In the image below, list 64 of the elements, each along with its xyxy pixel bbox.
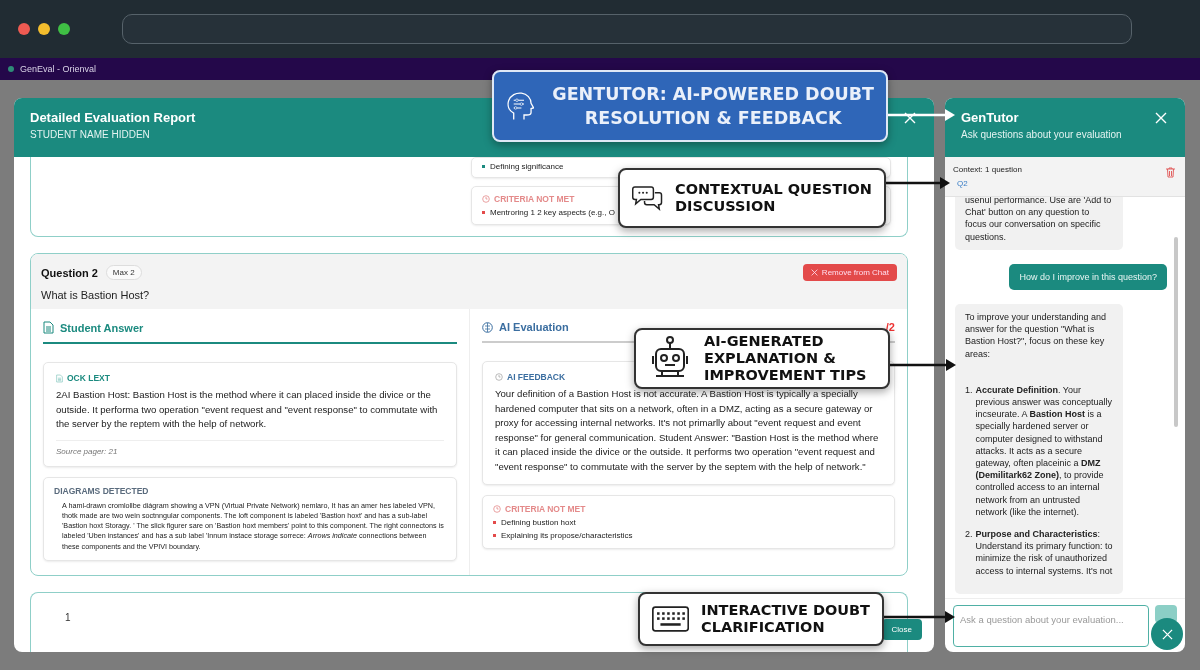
criteria-item: Explaining its propose/characteristics — [493, 531, 884, 540]
x-icon — [810, 269, 818, 276]
remove-from-chat-button[interactable]: Remove from Chat — [802, 264, 897, 281]
dialog-subtitle: STUDENT NAME HIDDEN — [30, 129, 151, 140]
document-icon — [56, 373, 63, 383]
close-icon — [1155, 112, 1167, 124]
address-bar[interactable] — [122, 14, 1132, 44]
section-heading: Student Answer — [60, 321, 144, 334]
question-title: Question 2 — [41, 266, 98, 279]
close-icon — [1161, 628, 1173, 640]
callout-text: GENTUTOR: AI-POWERED DOUBT — [552, 83, 874, 106]
close-button[interactable] — [902, 110, 918, 126]
callout-text: INTERACTIVE DOUBT — [701, 602, 870, 619]
minimize-dot[interactable] — [38, 23, 50, 35]
criteria-heading: CRITERIA NOT MET — [494, 194, 575, 204]
criteria-heading: CRITERIA NOT MET — [505, 504, 586, 514]
assistant-message: usenul performance. Use are 'Add to Chat' button on any question to focus our conversation on specific questions. — [955, 197, 1123, 250]
source-page: Source pager: 21 — [56, 439, 444, 456]
clock-icon — [482, 195, 490, 203]
answer-text: 2AI Bastion Host: Bastion Host is the method where it can placed inside the divice or the outside. It performa two operation "event request and "event response" to commutate with the server by the reptem with the help of network. — [56, 388, 439, 431]
callout-text: DISCUSSION — [675, 198, 777, 215]
callout-text: AI-GENERATED — [704, 333, 825, 350]
callout-text: EXPLANATION & — [704, 350, 837, 367]
close-button[interactable]: Close — [881, 619, 922, 640]
question-text: What is Bastion Host? — [41, 289, 151, 301]
close-icon — [904, 112, 916, 124]
feedback-text: Your definition of a Bastion Host is not accurate. A Bastion Host is typically a specially hardened computer that sits on a network, often in a DMZ, acting as a secure gateway or proxy for accessing internal networks. It's not primarlly about "event request and event response" for general communication. Student Answer: "Bastion Host is the method where it can placed inside the divice or the outside. It performs two operation "event request and "event response" to commutate with the server by the septem with the help of network." — [495, 387, 880, 474]
question-input[interactable]: Ask a question about your evaluation... — [953, 604, 1149, 647]
arrow — [886, 177, 950, 189]
app-icon — [8, 66, 14, 72]
close-button[interactable] — [1151, 618, 1183, 650]
dialog-title: Detailed Evaluation Report — [30, 110, 196, 125]
close-window-dot[interactable] — [18, 23, 30, 35]
arrow — [888, 109, 955, 121]
keyboard-icon — [652, 604, 690, 634]
tab-title[interactable]: GenEval - Orienval — [20, 64, 97, 74]
criteria-item: Defining bustion hoxt — [493, 518, 884, 527]
callout-text: IMPROVEMENT TIPS — [704, 367, 867, 384]
chat-title: GenTutor — [961, 110, 1020, 125]
user-message: How do I improve in this question? — [1009, 263, 1167, 290]
arrow — [890, 359, 956, 371]
context-question-link[interactable]: Q2 — [957, 179, 1022, 188]
feedback-label: AI FEEDBACK — [507, 372, 566, 382]
callout-text: CONTEXTUAL QUESTION — [675, 181, 872, 198]
section-heading: AI Evaluation — [499, 321, 569, 333]
arrow — [884, 611, 955, 623]
context-label: Context: 1 question — [953, 165, 1022, 174]
diagrams-heading: DIAGRAMS DETECTED — [54, 485, 149, 496]
score: /2 — [885, 321, 895, 333]
document-icon — [43, 321, 54, 334]
clock-icon — [495, 373, 503, 381]
callout-text: CLARIFICATION — [701, 619, 826, 636]
question-number: 1 — [65, 612, 71, 623]
ocr-label: OCK LEXT — [67, 373, 110, 383]
criteria-item: Defining significance — [482, 162, 880, 171]
brain-icon — [482, 321, 493, 333]
callout-text: RESOLUTION & FEEDBACK — [583, 107, 843, 130]
max-marks-badge: Max 2 — [105, 265, 142, 280]
chat-subtitle: Ask questions about your evaluation — [961, 129, 1122, 140]
assistant-message: To improve your understanding and answer for the question "What is Bastion Host?", focus on these key areas: 1. Accurate Definition. Your previous answer was conceptually incseurate. A Bastion Host is a specially hardened server or computer designed to withstand attacks. It acts as a secure gateway, often placeinic a DMZ (Demilitark62 Zone), to provide controlled access to an internal network from an untrusted network (like the internet). 2. Purpose and Characteristics: Understand its primary function: to minimize the risk of unauthorized access to internal systems. It's not — [955, 304, 1123, 594]
clock-icon — [493, 505, 501, 513]
maximize-dot[interactable] — [58, 23, 70, 35]
trash-icon — [1166, 167, 1175, 178]
close-button[interactable] — [1153, 110, 1169, 126]
